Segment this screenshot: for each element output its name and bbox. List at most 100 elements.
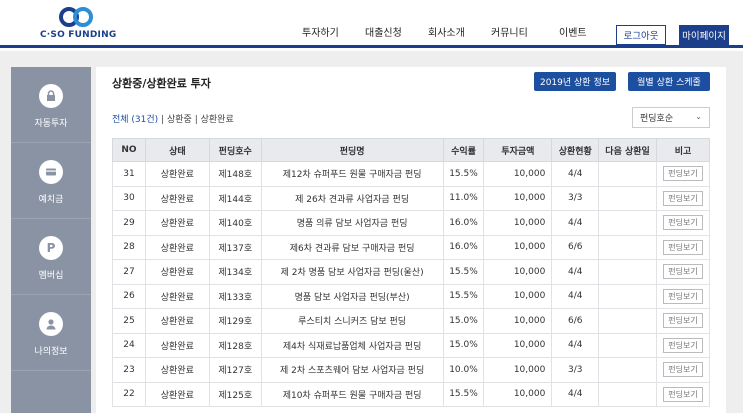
- monthly-schedule-button[interactable]: 월별 상환 스케줄: [628, 72, 710, 91]
- repayment-info-2019-button[interactable]: 2019년 상환 정보: [534, 72, 616, 91]
- cell-no: 28: [112, 234, 146, 260]
- view-funding-button[interactable]: 펀딩보기: [663, 264, 703, 280]
- view-funding-button[interactable]: 펀딩보기: [663, 386, 703, 402]
- sidebar-item-deposit[interactable]: 예치금: [11, 143, 91, 219]
- chevron-down-icon: ⌄: [695, 112, 702, 121]
- table-row: 23 상환완료 제127호 제 2차 스포츠웨어 담보 사업자금 펀딩 10.0% 10,…: [112, 357, 711, 383]
- nav-invest[interactable]: 투자하기: [302, 24, 339, 39]
- cell-note: 펀딩보기: [655, 381, 711, 407]
- cell-note: 펀딩보기: [655, 234, 711, 260]
- cell-fund-name: 제4차 식재료납품업체 사업자금 펀딩: [260, 332, 444, 358]
- cell-no: 31: [112, 161, 146, 187]
- cell-rate: 15.5%: [442, 259, 485, 285]
- status-filter: 전체 (31건) | 상환중 | 상환완료: [112, 112, 234, 125]
- cell-rate: 15.0%: [442, 332, 485, 358]
- col-header-fund-no: 펀딩호수: [208, 138, 262, 162]
- cell-note: 펀딩보기: [655, 259, 711, 285]
- table-row: 30 상환완료 제144호 제 26차 견과류 사업자금 펀딩 11.0% 10,000 3…: [112, 185, 711, 211]
- mypage-button[interactable]: 마이페이지: [679, 25, 729, 45]
- cell-progress: 3/3: [551, 357, 600, 383]
- cell-no: 25: [112, 308, 146, 334]
- table-row: 22 상환완료 제125호 제10차 슈퍼푸드 원물 구매자금 펀딩 15.5% 10,0…: [112, 381, 711, 407]
- nav-event[interactable]: 이벤트: [559, 24, 587, 39]
- table-header-row: NO 상태 펀딩호수 펀딩명 수익률 투자금액 상환현황 다음 상환일 비고: [112, 138, 711, 162]
- cell-fund-name: 루스티치 스니커즈 담보 펀딩: [260, 308, 444, 334]
- table-row: 27 상환완료 제134호 제 2차 명품 담보 사업자금 펀딩(울산) 15.5% 10…: [112, 259, 711, 285]
- cell-status: 상환완료: [144, 308, 210, 334]
- sidebar-item-membership[interactable]: P 멤버십: [11, 219, 91, 295]
- table-row: 24 상환완료 제128호 제4차 식재료납품업체 사업자금 펀딩 15.0% 10,00…: [112, 332, 711, 358]
- sidebar-item-my-info[interactable]: 나의정보: [11, 295, 91, 371]
- cell-fund-no: 제127호: [208, 357, 262, 383]
- table-row: 29 상환완료 제140호 명품 의류 담보 사업자금 펀딩 16.0% 10,000 4/…: [112, 210, 711, 236]
- page-title: 상환중/상환완료 투자: [112, 77, 211, 90]
- cell-no: 27: [112, 259, 146, 285]
- cell-amount: 10,000: [483, 283, 553, 309]
- cell-fund-no: 제133호: [208, 283, 262, 309]
- col-header-next-date: 다음 상환일: [598, 138, 657, 162]
- view-funding-button[interactable]: 펀딩보기: [663, 362, 703, 378]
- col-header-progress: 상환현황: [551, 138, 600, 162]
- cell-status: 상환완료: [144, 234, 210, 260]
- cell-status: 상환완료: [144, 283, 210, 309]
- cell-no: 29: [112, 210, 146, 236]
- nav-loan[interactable]: 대출신청: [365, 24, 402, 39]
- view-funding-button[interactable]: 펀딩보기: [663, 337, 703, 353]
- sidebar-item-auto-invest[interactable]: 자동투자: [11, 67, 91, 143]
- logout-button[interactable]: 로그아웃: [616, 25, 666, 45]
- cell-fund-no: 제125호: [208, 381, 262, 407]
- view-funding-button[interactable]: 펀딩보기: [663, 239, 703, 255]
- lock-icon: [39, 84, 63, 108]
- cell-no: 22: [112, 381, 146, 407]
- cell-next-date: [598, 381, 657, 407]
- sidebar-item-label: 멤버십: [38, 271, 64, 281]
- cell-amount: 10,000: [483, 332, 553, 358]
- cell-fund-no: 제137호: [208, 234, 262, 260]
- nav-community[interactable]: 커뮤니티: [491, 24, 528, 39]
- view-funding-button[interactable]: 펀딩보기: [663, 190, 703, 206]
- table-row: 26 상환완료 제133호 명품 담보 사업자금 펀딩(부산) 15.5% 10,000 4…: [112, 283, 711, 309]
- cell-progress: 4/4: [551, 161, 600, 187]
- cell-rate: 10.0%: [442, 357, 485, 383]
- cell-progress: 6/6: [551, 308, 600, 334]
- filter-all[interactable]: 전체 (31건): [112, 115, 158, 125]
- cell-rate: 15.5%: [442, 283, 485, 309]
- cell-next-date: [598, 259, 657, 285]
- cell-fund-no: 제134호: [208, 259, 262, 285]
- top-header: C·SO FUNDING 투자하기 대출신청 회사소개 커뮤니티 이벤트 로그아…: [0, 0, 743, 48]
- view-funding-button[interactable]: 펀딩보기: [663, 313, 703, 329]
- filter-done[interactable]: 상환완료: [201, 115, 234, 125]
- filter-repaying[interactable]: 상환중: [167, 115, 192, 125]
- investment-table: NO 상태 펀딩호수 펀딩명 수익률 투자금액 상환현황 다음 상환일 비고 3…: [112, 138, 711, 407]
- view-funding-button[interactable]: 펀딩보기: [663, 288, 703, 304]
- cell-progress: 6/6: [551, 234, 600, 260]
- table-row: 28 상환완료 제137호 제6차 견과류 담보 구매자금 펀딩 16.0% 10,000…: [112, 234, 711, 260]
- cell-fund-name: 제6차 견과류 담보 구매자금 펀딩: [260, 234, 444, 260]
- col-header-amount: 투자금액: [483, 138, 553, 162]
- col-header-rate: 수익률: [442, 138, 485, 162]
- cell-rate: 15.5%: [442, 161, 485, 187]
- cell-progress: 4/4: [551, 210, 600, 236]
- cell-next-date: [598, 161, 657, 187]
- sort-select[interactable]: 펀딩호순 ⌄: [632, 107, 710, 128]
- cell-rate: 16.0%: [442, 210, 485, 236]
- cell-fund-name: 제 26차 견과류 사업자금 펀딩: [260, 185, 444, 211]
- cell-status: 상환완료: [144, 161, 210, 187]
- cell-progress: 4/4: [551, 332, 600, 358]
- brand-logo[interactable]: C·SO FUNDING: [40, 6, 116, 42]
- cell-note: 펀딩보기: [655, 283, 711, 309]
- cell-next-date: [598, 234, 657, 260]
- cell-status: 상환완료: [144, 210, 210, 236]
- cell-status: 상환완료: [144, 357, 210, 383]
- table-row: 25 상환완료 제129호 루스티치 스니커즈 담보 펀딩 15.0% 10,000 6/6…: [112, 308, 711, 334]
- view-funding-button[interactable]: 펀딩보기: [663, 166, 703, 182]
- nav-company[interactable]: 회사소개: [428, 24, 465, 39]
- cell-no: 30: [112, 185, 146, 211]
- cell-fund-name: 제10차 슈퍼푸드 원물 구매자금 펀딩: [260, 381, 444, 407]
- view-funding-button[interactable]: 펀딩보기: [663, 215, 703, 231]
- cell-fund-name: 제12차 슈퍼푸드 원물 구매자금 펀딩: [260, 161, 444, 187]
- cell-note: 펀딩보기: [655, 161, 711, 187]
- wallet-icon: [39, 160, 63, 184]
- brand-name: C·SO FUNDING: [40, 30, 117, 40]
- main-content: 상환중/상환완료 투자 2019년 상환 정보 월별 상환 스케줄 전체 (31…: [96, 67, 726, 413]
